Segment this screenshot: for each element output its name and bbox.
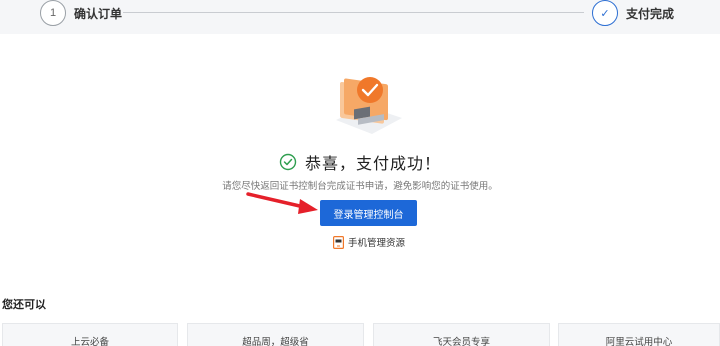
success-title: 恭喜，支付成功！ <box>304 156 441 173</box>
payment-success-illustration <box>336 77 402 134</box>
step-number-badge: 1 <box>40 0 66 26</box>
success-message: 恭喜，支付成功！ <box>0 150 720 174</box>
login-console-button[interactable]: 登录管理控制台 <box>320 200 417 226</box>
checkout-stepper: 1 确认订单 ✓ 支付完成 <box>0 0 720 34</box>
step-payment-complete: ✓ 支付完成 <box>592 0 674 26</box>
card-super-week[interactable]: 超品周，超级省 <box>187 323 364 346</box>
mobile-manage-link[interactable]: 手机管理资源 <box>333 235 405 249</box>
red-arrow-icon <box>246 192 318 214</box>
check-icon: ✓ <box>592 0 618 26</box>
step-connector-line <box>123 12 584 13</box>
card-feitian-member[interactable]: 飞天会员专享 <box>373 323 550 346</box>
step-label: 确认订单 <box>74 6 123 21</box>
check-circle-icon <box>279 153 297 171</box>
card-trial-center[interactable]: 阿里云试用中心 <box>558 323 720 346</box>
mobile-phone-icon <box>333 235 344 249</box>
step-label: 支付完成 <box>626 6 675 21</box>
success-subtext: 请您尽快返回证书控制台完成证书申请，避免影响您的证书使用。 <box>222 181 498 192</box>
card-cloud-essentials[interactable]: 上云必备 <box>2 323 178 346</box>
also-section-title: 您还可以 <box>2 299 46 311</box>
recommendation-cards: 上云必备 超品周，超级省 飞天会员专享 阿里云试用中心 <box>2 323 720 346</box>
mobile-manage-label: 手机管理资源 <box>348 238 406 249</box>
step-confirm-order: 1 确认订单 <box>40 0 122 26</box>
